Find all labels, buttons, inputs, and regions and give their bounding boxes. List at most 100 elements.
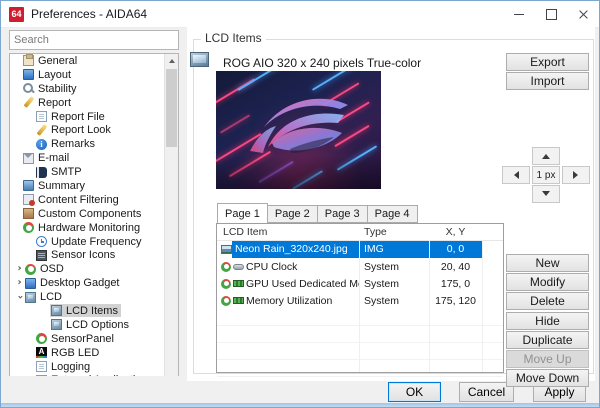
table-row[interactable]: Neon Rain_320x240.jpg IMG 0, 0 [217,241,503,258]
tab-page-1[interactable]: Page 1 [217,203,268,223]
sidebar-item-label: LCD Items [66,305,118,317]
sidebar-item-label: RGB LED [51,347,99,359]
chevron-down-icon[interactable] [14,293,26,302]
sidebar-item-lcd-items[interactable]: LCD Items [10,304,178,318]
scrollbar-thumb[interactable] [166,69,177,147]
filter-icon [23,194,34,205]
chevron-right-icon[interactable] [15,277,24,289]
chevron-right-icon[interactable] [15,263,24,275]
tree-scrollbar[interactable] [164,54,178,403]
tab-page-2[interactable]: Page 2 [268,205,318,223]
minimize-button[interactable] [503,1,535,27]
lcd-icon [51,319,62,330]
nudge-up-button[interactable] [532,147,560,165]
neon-line [312,71,366,91]
sidebar-item-lcd[interactable]: LCD [10,290,178,304]
new-button[interactable]: New [506,254,589,272]
neon-line [337,145,377,170]
maximize-button[interactable] [535,1,567,27]
document-icon [36,111,47,122]
pencil-icon [23,97,34,108]
sidebar-item-desktop-gadget[interactable]: Desktop Gadget [10,276,178,290]
hide-button[interactable]: Hide [506,312,589,330]
sidebar-item-lcd-options[interactable]: LCD Options [10,318,178,332]
box-icon [23,208,34,219]
sidebar-item-report-look[interactable]: Report Look [10,123,178,137]
gauge-icon [23,222,34,233]
cell-xy: 0, 0 [429,241,482,258]
sidebar-item-content-filtering[interactable]: Content Filtering [10,193,178,207]
sidebar-item-custom-components[interactable]: Custom Components [10,207,178,221]
gauge-icon [221,296,231,306]
tab-page-4[interactable]: Page 4 [368,205,418,223]
cell-type: System [359,261,429,273]
minimize-icon [514,14,524,15]
window-bottom-border [1,403,599,407]
nudge-right-button[interactable] [562,166,590,184]
ok-button[interactable]: OK [388,382,441,402]
column-header-type[interactable]: Type [359,226,429,238]
cell-lcd-item: Memory Utilization [246,295,332,307]
sidebar-item-label: Report File [51,111,105,123]
column-header-xy[interactable]: X, Y [429,226,482,238]
neon-line [292,170,323,189]
gauge-icon [36,333,47,344]
image-icon [221,245,232,254]
export-button[interactable]: Export [506,53,589,71]
modify-button[interactable]: Modify [506,273,589,291]
cell-xy: 175, 120 [429,295,482,307]
sidebar-item-label: Content Filtering [38,194,119,206]
table-row[interactable]: CPU Clock System 20, 40 [217,258,503,275]
sidebar-item-report[interactable]: Report [10,96,178,110]
sidebar-item-rgb-led[interactable]: RGB LED [10,346,178,360]
info-icon [36,139,47,150]
sidebar-item-general[interactable]: General [10,54,178,68]
table-row[interactable]: GPU Used Dedicated Me... System 175, 0 [217,275,503,292]
sidebar-item-stability[interactable]: Stability [10,82,178,96]
delete-button[interactable]: Delete [506,292,589,310]
sidebar-item-hardware-monitoring[interactable]: Hardware Monitoring [10,221,178,235]
page-tabs: Page 1 Page 2 Page 3 Page 4 [217,203,418,223]
table-empty-row [217,326,503,343]
lcd-items-table: LCD Item Type X, Y Neon Rain_320x240.jpg… [216,223,504,373]
sidebar-item-osd[interactable]: OSD [10,262,178,276]
sidebar-item-smtp[interactable]: SMTP [10,165,178,179]
table-empty-row [217,360,503,377]
import-button[interactable]: Import [506,72,589,90]
neon-line [216,133,262,163]
clipboard-icon [23,55,34,66]
nudge-down-button[interactable] [532,185,560,203]
close-button[interactable] [567,1,599,27]
sidebar-item-logging[interactable]: Logging [10,360,178,374]
scroll-up-button[interactable] [165,54,178,67]
clock-icon [36,236,47,247]
neon-line [220,114,250,133]
nudge-left-button[interactable] [502,166,530,184]
sidebar-item-update-frequency[interactable]: Update Frequency [10,235,178,249]
cell-xy: 20, 40 [429,261,482,273]
search-input[interactable] [9,30,179,50]
book-icon [36,167,47,178]
sidebar-item-summary[interactable]: Summary [10,179,178,193]
sidebar-item-remarks[interactable]: Remarks [10,137,178,151]
rgb-led-icon [36,347,47,358]
tab-page-3[interactable]: Page 3 [318,205,368,223]
sidebar-item-sensor-icons[interactable]: Sensor Icons [10,248,178,262]
down-arrow-icon [542,191,550,200]
table-row[interactable]: Memory Utilization System 175, 120 [217,292,503,309]
duplicate-button[interactable]: Duplicate [506,331,589,349]
cpu-icon [233,264,244,270]
sidebar-item-sensorpanel[interactable]: SensorPanel [10,332,178,346]
column-header-lcd-item[interactable]: LCD Item [217,226,359,238]
nudge-step-label: 1 px [532,166,560,184]
move-down-button[interactable]: Move Down [506,369,589,387]
cell-type: System [359,278,429,290]
sidebar-item-report-file[interactable]: Report File [10,110,178,124]
sidebar-item-layout[interactable]: Layout [10,68,178,82]
sidebar-item-email[interactable]: E-mail [10,151,178,165]
cell-lcd-item: Neon Rain_320x240.jpg [232,241,359,258]
cell-type: IMG [359,241,429,258]
preferences-window: 64 Preferences - AIDA64 General Layout S… [0,0,600,408]
lcd-preview-image [216,71,381,189]
gauge-icon [221,279,231,289]
